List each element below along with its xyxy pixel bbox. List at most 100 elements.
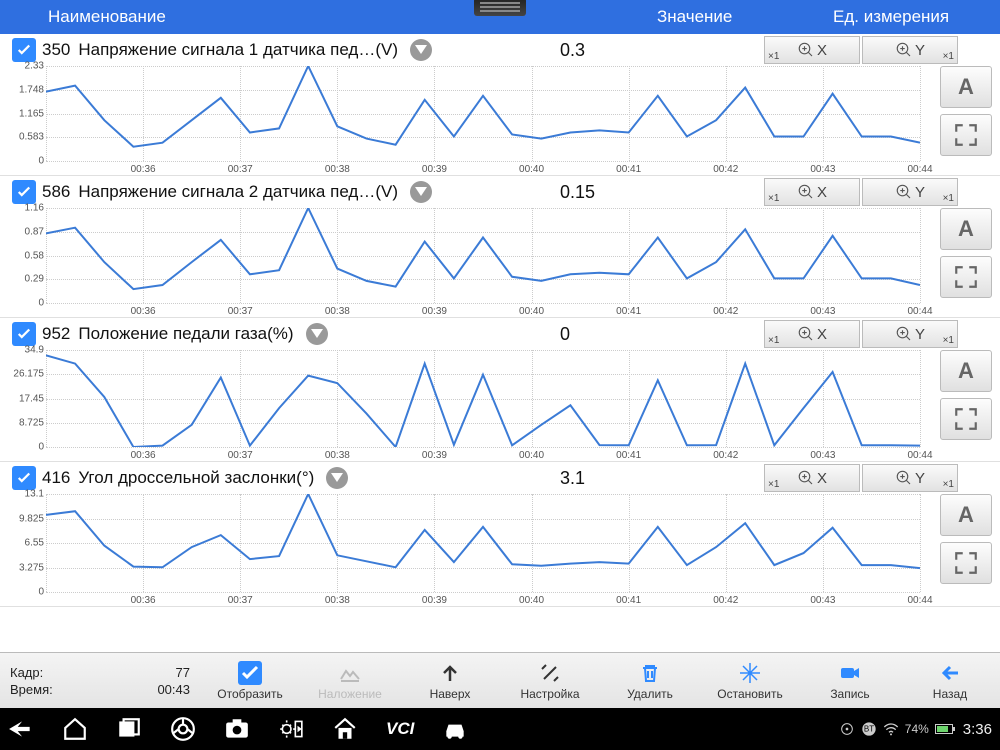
- x-tick: 00:36: [131, 164, 156, 175]
- vci-label: VCI: [386, 719, 414, 739]
- chart-area[interactable]: 03.2756.559.82513.100:3600:3700:3800:390…: [46, 494, 920, 592]
- x-tick: 00:42: [713, 164, 738, 175]
- chevron-down-icon[interactable]: [410, 39, 432, 61]
- y-tick: 1.16: [0, 203, 44, 214]
- wrench-icon: [538, 661, 562, 685]
- chevron-down-icon[interactable]: [306, 323, 328, 345]
- x-tick: 00:44: [907, 595, 932, 606]
- checkbox-icon[interactable]: [12, 322, 36, 346]
- y-tick: 8.725: [0, 417, 44, 428]
- frame-value: 77: [70, 665, 190, 680]
- signal-row: 952 Положение педали газа(%) 0 ×1X Y×1A0…: [0, 318, 1000, 462]
- nav-chrome-icon[interactable]: [170, 716, 196, 742]
- x-tick: 00:43: [810, 164, 835, 175]
- zoom-y-button[interactable]: Y×1: [862, 464, 958, 492]
- nav-car-icon[interactable]: [442, 716, 468, 742]
- signal-polyline: [46, 350, 920, 447]
- x-tick: 00:36: [131, 306, 156, 317]
- col-name: Наименование: [48, 7, 166, 27]
- signal-label: Напряжение сигнала 1 датчика пед…(V): [78, 40, 398, 60]
- x-tick: 00:41: [616, 450, 641, 461]
- signal-row: 586 Напряжение сигнала 2 датчика пед…(V)…: [0, 176, 1000, 318]
- signal-row: 350 Напряжение сигнала 1 датчика пед…(V)…: [0, 34, 1000, 176]
- col-value: Значение: [657, 7, 732, 27]
- checkbox-icon[interactable]: [12, 38, 36, 62]
- svg-text:BT: BT: [864, 725, 874, 734]
- zoom-x-button[interactable]: ×1X: [764, 320, 860, 348]
- zoom-x-button[interactable]: ×1X: [764, 36, 860, 64]
- signal-value: 0.15: [560, 182, 595, 203]
- display-button[interactable]: Отобразить: [200, 661, 300, 701]
- y-tick: 34.9: [0, 345, 44, 356]
- fullscreen-button[interactable]: [940, 398, 992, 440]
- signal-polyline: [46, 208, 920, 303]
- checkbox-icon[interactable]: [12, 466, 36, 490]
- x-tick: 00:44: [907, 164, 932, 175]
- auto-scale-button[interactable]: A: [940, 494, 992, 536]
- zoom-x-button[interactable]: ×1X: [764, 178, 860, 206]
- overlay-button[interactable]: Наложение: [300, 661, 400, 701]
- x-tick: 00:37: [228, 306, 253, 317]
- y-tick: 0.29: [0, 274, 44, 285]
- auto-scale-button[interactable]: A: [940, 350, 992, 392]
- fullscreen-button[interactable]: [940, 114, 992, 156]
- nav-camera-icon[interactable]: [224, 716, 250, 742]
- nav-brightness-icon[interactable]: [278, 716, 304, 742]
- x-tick: 00:41: [616, 164, 641, 175]
- zoom-y-button[interactable]: Y×1: [862, 320, 958, 348]
- y-tick: 0: [0, 298, 44, 309]
- y-tick: 0: [0, 156, 44, 167]
- x-tick: 00:37: [228, 450, 253, 461]
- snowflake-icon: [738, 661, 762, 685]
- record-button[interactable]: Запись: [800, 661, 900, 701]
- signal-label: Напряжение сигнала 2 датчика пед…(V): [78, 182, 398, 202]
- zoom-y-button[interactable]: Y×1: [862, 36, 958, 64]
- x-tick: 00:40: [519, 595, 544, 606]
- frame-label: Кадр:: [10, 665, 70, 680]
- zoom-x-button[interactable]: ×1X: [764, 464, 860, 492]
- clock: 3:36: [963, 721, 992, 738]
- wifi-icon: [883, 721, 899, 737]
- location-icon: [839, 721, 855, 737]
- zoom-y-button[interactable]: Y×1: [862, 178, 958, 206]
- auto-scale-button[interactable]: A: [940, 66, 992, 108]
- y-tick: 26.175: [0, 369, 44, 380]
- x-tick: 00:40: [519, 450, 544, 461]
- fullscreen-button[interactable]: [940, 542, 992, 584]
- y-tick: 1.165: [0, 108, 44, 119]
- auto-scale-button[interactable]: A: [940, 208, 992, 250]
- signal-id: 416: [42, 468, 70, 488]
- x-tick: 00:39: [422, 306, 447, 317]
- signal-id: 952: [42, 324, 70, 344]
- col-unit: Ед. измерения: [833, 7, 949, 27]
- chevron-down-icon[interactable]: [410, 181, 432, 203]
- drag-handle-icon[interactable]: [474, 0, 526, 16]
- table-header: Наименование Значение Ед. измерения: [0, 0, 1000, 34]
- delete-button[interactable]: Удалить: [600, 661, 700, 701]
- x-tick: 00:39: [422, 164, 447, 175]
- x-tick: 00:39: [422, 450, 447, 461]
- chart-area[interactable]: 00.290.580.871.1600:3600:3700:3800:3900:…: [46, 208, 920, 303]
- arrow-left-icon: [938, 661, 962, 685]
- bluetooth-icon: BT: [861, 721, 877, 737]
- checkbox-icon[interactable]: [12, 180, 36, 204]
- x-tick: 00:38: [325, 595, 350, 606]
- chevron-down-icon[interactable]: [326, 467, 348, 489]
- x-tick: 00:44: [907, 450, 932, 461]
- chart-area[interactable]: 00.5831.1651.7482.3300:3600:3700:3800:39…: [46, 66, 920, 161]
- nav-home-icon[interactable]: [62, 716, 88, 742]
- y-tick: 9.825: [0, 513, 44, 524]
- stop-button[interactable]: Остановить: [700, 661, 800, 701]
- top-button[interactable]: Наверх: [400, 661, 500, 701]
- status-tray: BT 74% 3:36: [839, 721, 992, 738]
- y-tick: 1.748: [0, 84, 44, 95]
- nav-recent-icon[interactable]: [116, 716, 142, 742]
- chart-area[interactable]: 08.72517.4526.17534.900:3600:3700:3800:3…: [46, 350, 920, 447]
- nav-app-icon[interactable]: [332, 716, 358, 742]
- nav-back-icon[interactable]: [8, 716, 34, 742]
- y-tick: 0.583: [0, 132, 44, 143]
- y-tick: 6.55: [0, 538, 44, 549]
- fullscreen-button[interactable]: [940, 256, 992, 298]
- back-button[interactable]: Назад: [900, 661, 1000, 701]
- settings-button[interactable]: Настройка: [500, 661, 600, 701]
